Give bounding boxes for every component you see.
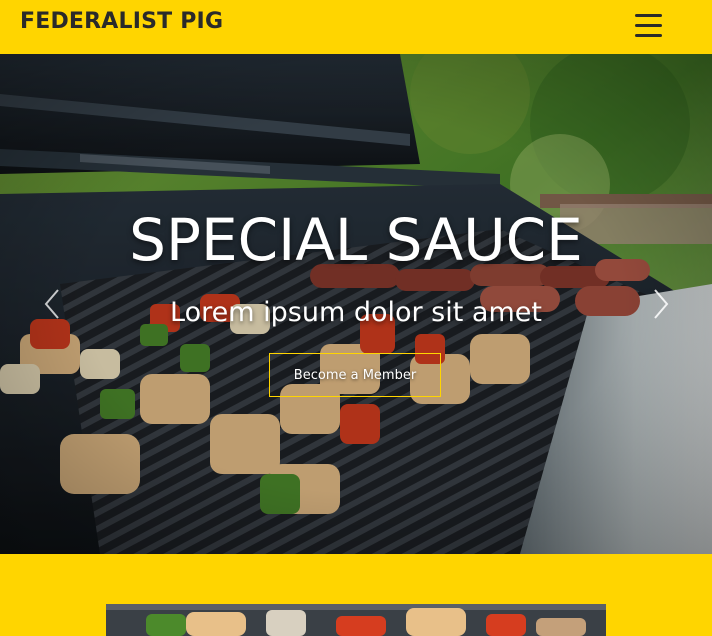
menu-bar bbox=[635, 24, 662, 27]
brand-logo-text[interactable]: FEDERALIST PIG bbox=[20, 9, 223, 34]
hamburger-menu-icon[interactable] bbox=[632, 11, 664, 41]
navbar: FEDERALIST PIG bbox=[0, 0, 712, 54]
become-member-button[interactable]: Become a Member bbox=[269, 353, 441, 397]
hero-title: SPECIAL SAUCE bbox=[129, 206, 583, 274]
hero-subtitle: Lorem ipsum dolor sit amet bbox=[170, 297, 542, 328]
grill-photo bbox=[106, 604, 606, 636]
hero-carousel: SPECIAL SAUCE Lorem ipsum dolor sit amet… bbox=[0, 54, 712, 554]
menu-bar bbox=[635, 14, 662, 17]
section-image bbox=[106, 604, 606, 636]
menu-bar bbox=[635, 34, 662, 37]
